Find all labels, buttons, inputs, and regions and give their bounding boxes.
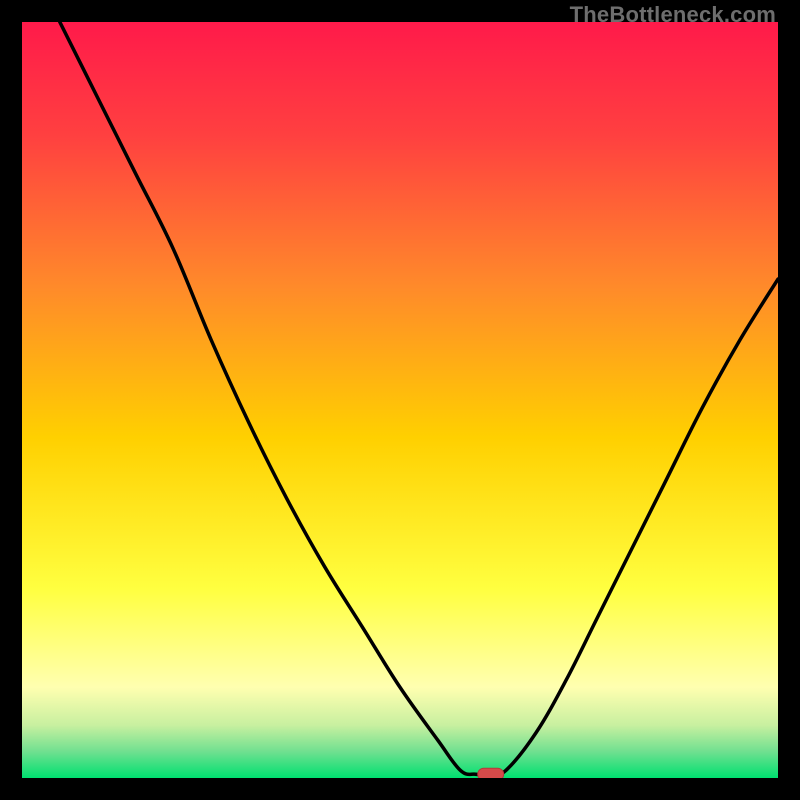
plot-area xyxy=(22,22,778,778)
watermark-label: TheBottleneck.com xyxy=(570,2,776,28)
chart-container: TheBottleneck.com xyxy=(0,0,800,800)
optimal-point-marker xyxy=(478,768,504,778)
bottleneck-curve xyxy=(22,22,778,778)
